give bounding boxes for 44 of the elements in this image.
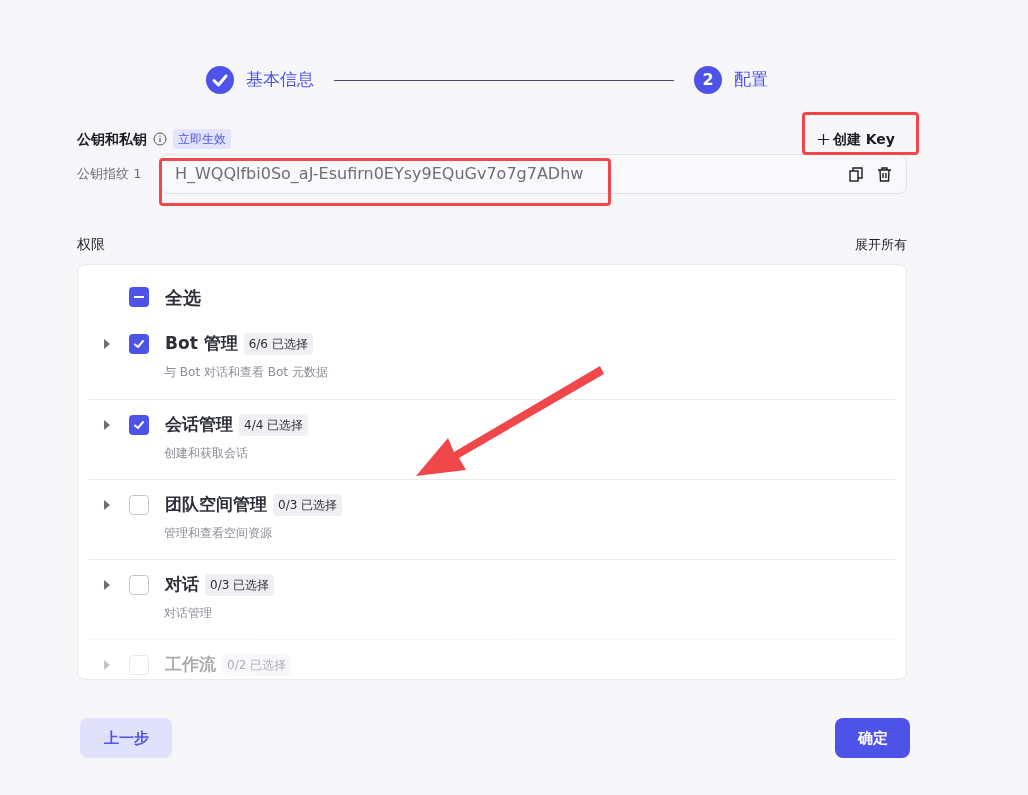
check-icon [133,419,145,431]
create-key-button[interactable]: 创建 Key [817,128,907,150]
select-all-label: 全选 [165,285,201,310]
checkbox[interactable] [129,287,149,307]
minus-icon [134,296,144,298]
group-title: 对话 [165,573,199,597]
selection-count: 4/4 已选择 [239,414,309,436]
group-description: 与 Bot 对话和查看 Bot 元数据 [163,364,329,381]
checkbox[interactable] [129,575,149,595]
group-description: 管理和查看空间资源 [163,525,273,542]
selection-count: 0/3 已选择 [205,574,275,596]
selection-count: 0/2 已选择 [222,654,292,676]
expand-all-link[interactable]: 展开所有 [855,234,907,255]
group-title: 会话管理 [165,413,233,437]
expand-arrow-icon[interactable] [103,420,111,430]
checkbox[interactable] [129,334,149,354]
field-label: 公钥指纹 1 [77,165,143,184]
plus-icon [817,133,829,145]
back-button[interactable]: 上一步 [80,718,172,758]
key-field[interactable]: H_WQQlfbi0So_aJ-Esufirn0EYsy9EQuGv7o7g7ADhw [160,154,907,194]
section-title: 权限 [77,235,105,254]
selection-count: 0/3 已选择 [273,494,343,516]
step-label: 配置 [734,68,768,92]
expand-arrow-icon[interactable] [103,339,111,349]
copy-icon[interactable] [849,166,863,182]
section-title: 公钥和私钥 [77,129,147,149]
checkbox[interactable] [129,495,149,515]
check-circle-icon [206,66,234,94]
step-number: 2 [694,66,722,94]
expand-arrow-icon[interactable] [103,580,111,590]
group-title: Bot 管理 [165,332,238,356]
checkbox[interactable] [129,415,149,435]
group-description: 创建和获取会话 [163,445,249,462]
group-title: 团队空间管理 [165,493,267,517]
status-badge: 立即生效 [173,129,231,149]
trash-icon[interactable] [877,166,892,182]
group-title: 工作流 [165,653,216,677]
confirm-button[interactable]: 确定 [835,718,910,758]
expand-arrow-icon[interactable] [103,500,111,510]
info-icon [153,132,167,146]
check-icon [133,338,145,350]
step-label: 基本信息 [246,68,314,92]
group-description: 对话管理 [163,605,213,622]
selection-count: 6/6 已选择 [243,333,313,355]
